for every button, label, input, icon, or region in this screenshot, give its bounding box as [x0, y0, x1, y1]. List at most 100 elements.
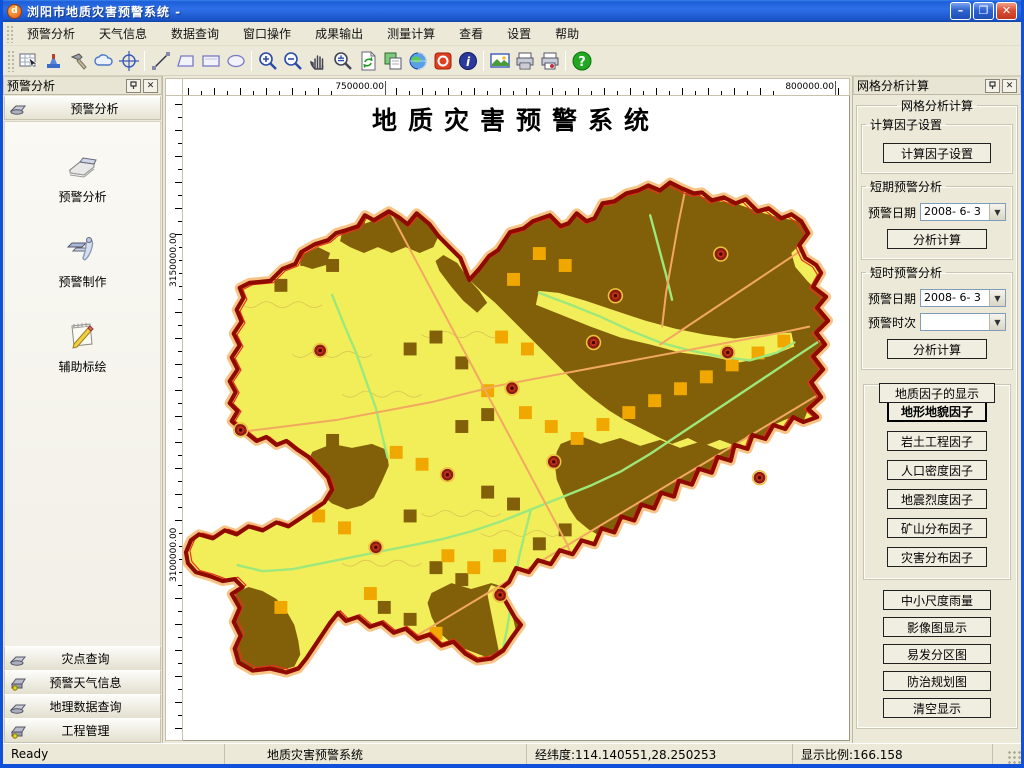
bar-geographic-data-query[interactable]: 地理数据查询 [4, 694, 161, 719]
top-ruler: 750000.00 800000.00 [183, 78, 850, 96]
population-density-factor-button[interactable]: 人口密度因子 [887, 460, 987, 480]
print-setup-icon[interactable] [537, 48, 562, 73]
warning-date-label: 预警日期 [868, 290, 920, 307]
chevron-down-icon[interactable]: ▼ [989, 314, 1005, 330]
close-button[interactable]: ✕ [996, 2, 1017, 20]
pin-icon[interactable] [985, 79, 1000, 93]
seismic-intensity-factor-button[interactable]: 地震烈度因子 [887, 489, 987, 509]
immediate-legend: 短时预警分析 [866, 264, 946, 281]
left-panel-titlebar: 预警分析 ✕ [3, 76, 162, 95]
mine-distribution-factor-button[interactable]: 矿山分布因子 [887, 518, 987, 538]
close-panel-icon[interactable]: ✕ [143, 79, 158, 93]
line-tool-icon[interactable] [148, 48, 173, 73]
restore-button[interactable]: ❐ [973, 2, 994, 20]
status-coordinates: 经纬度:114.140551,28.250253 [527, 744, 793, 764]
chevron-down-icon[interactable]: ▼ [989, 290, 1005, 306]
plotter-icon [9, 651, 29, 667]
calc-factor-legend: 计算因子设置 [866, 116, 946, 133]
geological-factor-box: 地质因子的显示 地形地貌因子 岩土工程因子 人口密度因子 地震烈度因子 矿山分布… [863, 384, 1011, 580]
menu-settings[interactable]: 设置 [495, 22, 543, 45]
menu-bar: 预警分析 天气信息 数据查询 窗口操作 成果输出 测量计算 查看 设置 帮助 [3, 22, 1021, 46]
left-panel-header[interactable]: 预警分析 [4, 96, 161, 120]
menu-window-ops[interactable]: 窗口操作 [231, 22, 303, 45]
terrain-factor-button[interactable]: 地形地貌因子 [887, 400, 987, 422]
rectangle-tool-icon[interactable] [198, 48, 223, 73]
resize-grip[interactable] [1007, 750, 1021, 764]
close-panel-icon[interactable]: ✕ [1002, 79, 1017, 93]
zoom-out-icon[interactable] [280, 48, 305, 73]
clear-display-button[interactable]: 清空显示 [883, 698, 991, 718]
geological-factor-display-button[interactable]: 地质因子的显示 [879, 383, 995, 403]
geological-hazard-map[interactable] [183, 96, 849, 739]
ellipse-tool-icon[interactable] [223, 48, 248, 73]
map-select-icon[interactable] [16, 48, 41, 73]
prevention-plan-button[interactable]: 防治规划图 [883, 671, 991, 691]
ruler-label: 750000.00 [335, 81, 386, 95]
cloud-icon[interactable] [91, 48, 116, 73]
print-icon[interactable] [512, 48, 537, 73]
pin-icon[interactable] [126, 79, 141, 93]
locate-icon[interactable] [116, 48, 141, 73]
bar-label: 工程管理 [29, 722, 160, 739]
toolbar: i ? [3, 46, 1021, 76]
refresh-page-icon[interactable] [355, 48, 380, 73]
info-icon[interactable]: i [455, 48, 480, 73]
bar-project-management[interactable]: 工程管理 [4, 718, 161, 743]
item-auxiliary-plotting[interactable]: 辅助标绘 [58, 316, 106, 375]
zoom-selection-icon[interactable] [330, 48, 355, 73]
susceptibility-zoning-button[interactable]: 易发分区图 [883, 644, 991, 664]
geotechnical-factor-button[interactable]: 岩土工程因子 [887, 431, 987, 451]
zoom-in-icon[interactable] [255, 48, 280, 73]
item-warning-production[interactable]: 预警制作 [58, 231, 106, 290]
image-map-icon[interactable] [487, 48, 512, 73]
menu-help[interactable]: 帮助 [543, 22, 591, 45]
toolbar-separator [483, 51, 484, 71]
globe-icon[interactable] [405, 48, 430, 73]
map-title: 地质灾害预警系统 [183, 101, 849, 137]
item-label: 预警分析 [58, 188, 106, 205]
bar-label: 地理数据查询 [29, 698, 160, 715]
right-panel-title: 网格分析计算 [857, 77, 983, 94]
help-icon[interactable]: ? [569, 48, 594, 73]
warning-date-combobox[interactable]: 2008- 6- 3 ▼ [920, 203, 1006, 221]
rainfall-scale-button[interactable]: 中小尺度雨量 [883, 590, 991, 610]
stamp-icon[interactable] [41, 48, 66, 73]
calc-factor-settings-button[interactable]: 计算因子设置 [883, 143, 991, 163]
app-logo-icon: d [7, 4, 22, 19]
map-document-area: 750000.00 800000.00 3150000.00 3100000.0… [163, 76, 852, 743]
chevron-down-icon[interactable]: ▼ [989, 204, 1005, 220]
toolbar-grip[interactable] [6, 49, 14, 72]
bar-disaster-point-query[interactable]: 灾点查询 [4, 646, 161, 671]
pan-hand-icon[interactable] [305, 48, 330, 73]
status-document: 地质灾害预警系统 [225, 744, 527, 764]
menu-measure-calc[interactable]: 测量计算 [375, 22, 447, 45]
application-window: d 浏阳市地质灾害预警系统 - – ❐ ✕ 预警分析 天气信息 数据查询 窗口操… [0, 0, 1024, 768]
warning-time-label: 预警时次 [868, 314, 920, 331]
menu-data-query[interactable]: 数据查询 [159, 22, 231, 45]
menubar-grip[interactable] [5, 24, 13, 42]
immediate-date-combobox[interactable]: 2008- 6- 3 ▼ [920, 289, 1006, 307]
disaster-distribution-factor-button[interactable]: 灾害分布因子 [887, 547, 987, 567]
layers-copy-icon[interactable] [380, 48, 405, 73]
record-icon[interactable] [430, 48, 455, 73]
item-warning-analysis[interactable]: 预警分析 [58, 148, 106, 205]
hammer-icon[interactable] [66, 48, 91, 73]
minimize-button[interactable]: – [950, 2, 971, 20]
left-dock-panel: 预警分析 ✕ 预警分析 预警分析 预警制作 辅助标绘 [3, 76, 163, 743]
polygon-tool-icon[interactable] [173, 48, 198, 73]
immediate-date-value: 2008- 6- 3 [921, 290, 989, 306]
immediate-analyze-button[interactable]: 分析计算 [887, 339, 987, 359]
short-term-analyze-button[interactable]: 分析计算 [887, 229, 987, 249]
image-display-button[interactable]: 影像图显示 [883, 617, 991, 637]
menu-warning-analysis[interactable]: 预警分析 [15, 22, 87, 45]
left-panel-items: 预警分析 预警制作 辅助标绘 [4, 121, 161, 647]
menu-weather-info[interactable]: 天气信息 [87, 22, 159, 45]
toolbar-separator [251, 51, 252, 71]
bar-warning-weather-info[interactable]: 预警天气信息 [4, 670, 161, 695]
menu-result-output[interactable]: 成果输出 [303, 22, 375, 45]
menu-view[interactable]: 查看 [447, 22, 495, 45]
map-canvas[interactable]: 地质灾害预警系统 [183, 96, 850, 741]
right-dock-panel: 网格分析计算 ✕ 网格分析计算 计算因子设置 计算因子设置 短期预警分析 预警日… [852, 76, 1021, 743]
warning-time-combobox[interactable]: ▼ [920, 313, 1006, 331]
warning-date-label: 预警日期 [868, 204, 920, 221]
